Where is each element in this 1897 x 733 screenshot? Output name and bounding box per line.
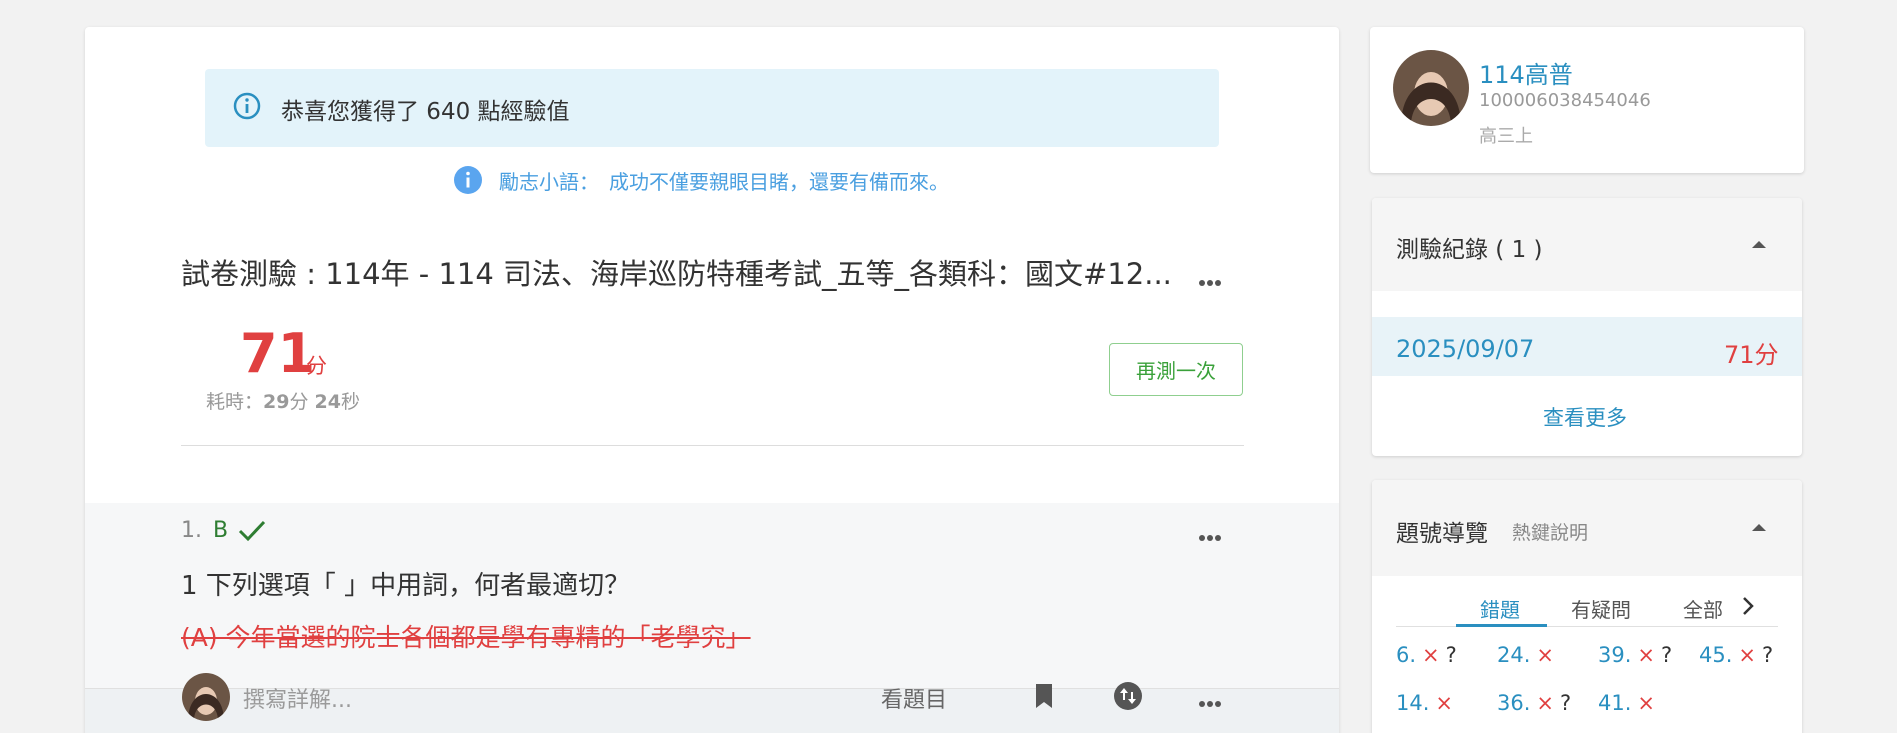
divider [181, 445, 1244, 446]
elapsed-label: 耗時： [206, 391, 264, 413]
exp-banner-text: 恭喜您獲得了 640 點經驗值 [281, 99, 570, 125]
navigator-title: 題號導覽 [1396, 521, 1488, 547]
info-icon [233, 92, 261, 120]
tab-doubt[interactable]: 有疑問 [1571, 594, 1631, 623]
elapsed-min: 29 [263, 391, 290, 413]
question-text: 1 下列選項「 」中用詞，何者最適切？ [181, 571, 631, 601]
tab-wrong[interactable]: 錯題 [1480, 594, 1520, 623]
question-number: 1. [181, 518, 202, 543]
motto: 勵志小語： 成功不僅要親眼目睹，還要有備而來。 [453, 165, 949, 195]
elapsed-min-unit: 分 [289, 391, 309, 413]
write-explanation-input[interactable]: 撰寫詳解... [243, 682, 543, 714]
view-question-button[interactable]: 看題目 [881, 682, 947, 714]
bookmark-icon[interactable] [1029, 681, 1059, 711]
question-more-icon[interactable] [1199, 526, 1229, 541]
motto-label: 勵志小語： [499, 169, 599, 194]
paper-title: 試卷測驗 : 114年 - 114 司法、海岸巡防特種考試_五等_各類科：國文#… [181, 257, 1172, 291]
collapse-navigator-icon[interactable] [1752, 524, 1766, 531]
nav-question-6[interactable]: 6. ×? [1396, 643, 1457, 667]
nav-question-41[interactable]: 41. × [1598, 691, 1661, 715]
tab-divider [1396, 626, 1778, 627]
record-date[interactable]: 2025/09/07 [1396, 335, 1534, 363]
nav-question-39[interactable]: 39. ×? [1598, 643, 1672, 667]
user-name[interactable]: 114高普 [1479, 55, 1573, 90]
view-more-link[interactable]: 查看更多 [1543, 402, 1627, 432]
elapsed-time: 耗時：29分 24秒 [206, 387, 360, 414]
records-title: 測驗紀錄 ( 1 ) [1396, 237, 1543, 263]
tab-all[interactable]: 全部 [1683, 594, 1723, 623]
score-value: 71 [240, 322, 316, 385]
hotkey-help-link[interactable]: 熱鍵說明 [1512, 518, 1588, 545]
score-unit: 分 [306, 354, 327, 378]
user-grade: 高三上 [1479, 126, 1533, 147]
tab-active-underline [1456, 624, 1547, 627]
record-score: 71分 [1724, 341, 1779, 369]
question-option-a[interactable]: (A) 今年當選的院士各個都是學有專精的「老學究」 [181, 618, 751, 654]
elapsed-sec: 24 [314, 391, 341, 413]
info-circle-icon [454, 166, 482, 194]
paper-more-icon[interactable] [1199, 271, 1229, 286]
collapse-records-icon[interactable] [1752, 241, 1766, 248]
elapsed-sec-unit: 秒 [340, 391, 360, 413]
motto-text: 成功不僅要親眼目睹，還要有備而來。 [609, 169, 949, 194]
avatar [182, 673, 230, 721]
user-avatar [1393, 50, 1469, 126]
chevron-right-icon[interactable] [1738, 594, 1758, 618]
toolbar-more-icon[interactable] [1199, 692, 1229, 707]
check-icon [238, 520, 266, 542]
swap-icon[interactable] [1113, 681, 1143, 711]
nav-question-14[interactable]: 14. × [1396, 691, 1459, 715]
nav-question-45[interactable]: 45. ×? [1699, 643, 1773, 667]
user-id: 10000603845404​6 [1479, 90, 1651, 111]
question-answer: B [213, 518, 229, 543]
retry-button[interactable]: 再測一次 [1109, 343, 1243, 396]
nav-question-24[interactable]: 24. × [1497, 643, 1560, 667]
nav-question-36[interactable]: 36. ×? [1497, 691, 1571, 715]
